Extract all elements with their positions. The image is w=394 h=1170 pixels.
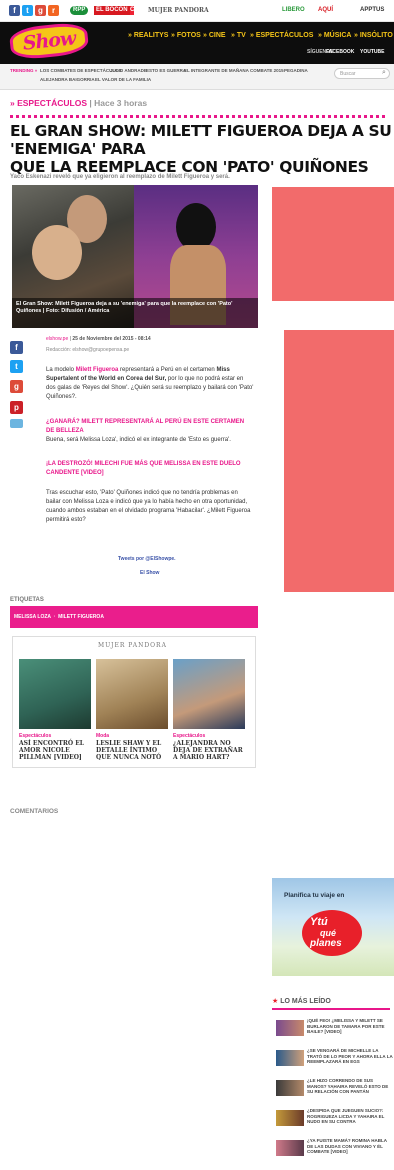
publish-time: Hace 3 horas (94, 98, 148, 108)
most-read-item[interactable]: ¿YA FUISTE MAMÁ? ROMINA HABLA DE LAS DUD… (276, 1138, 392, 1166)
ad-banner-top[interactable] (272, 187, 394, 301)
partner-libero[interactable]: LIBERO (282, 6, 305, 15)
rss-icon[interactable]: r (48, 5, 59, 16)
youtube-link[interactable]: YOUTUBE (360, 49, 384, 55)
comments-heading: COMENTARIOS (10, 808, 59, 815)
tags-heading: ETIQUETAS (10, 597, 44, 603)
related-label: Espectáculos (19, 733, 52, 739)
article-paragraph: Buena, será Melissa Loza', indicó el ex … (46, 437, 231, 443)
most-read-item[interactable]: ¿LE HIZO CORRENDO DE SUS MANOS? YAHAIRA … (276, 1078, 392, 1106)
nav-tv[interactable]: » TV (231, 31, 246, 40)
related-thumb[interactable] (173, 659, 245, 729)
site-logo[interactable]: Show (8, 21, 90, 61)
el-show-link[interactable]: El Show (140, 570, 159, 576)
article-subtitle: Yaco Eskenazi reveló que ya eligieron al… (10, 174, 230, 180)
travel-ad[interactable]: Planifica tu viaje en Ytú qué planes (272, 878, 394, 976)
partner-rpp[interactable]: RPP (70, 6, 89, 15)
nav-espectaculos[interactable]: » ESPECTÁCULOS (250, 31, 313, 40)
nav-realitys[interactable]: » REALITYS (128, 31, 168, 40)
tags-bar: MELISSA LOZA · MILETT FIGUEROA (10, 606, 258, 628)
trending-item[interactable]: COMBATE 2015 (250, 68, 284, 74)
partner-bocon[interactable]: EL BOCÓN (94, 6, 130, 15)
article-paragraph: Tras escuchar esto, 'Pato' Quiñones indi… (46, 490, 251, 523)
trending-bar: TRENDING » LOS COMBATES DE ESPECTÁCULOS … (0, 64, 394, 90)
ad-brand: qué (320, 928, 337, 938)
article-paragraph: La modelo Milett Figueroa representará a… (46, 367, 254, 400)
tag-milett-figueroa[interactable]: MILETT FIGUEROA (58, 614, 104, 620)
search-icon[interactable]: ⌕ (382, 69, 386, 77)
trending-item[interactable]: ESTO ES GUERRA (146, 68, 186, 74)
person-shape (32, 225, 82, 280)
related-articles: MUJER PANDORA Espectáculos Moda Espectác… (12, 636, 256, 768)
nav-musica[interactable]: » MÚSICA (318, 31, 351, 40)
divider (10, 115, 386, 118)
nav-cine[interactable]: » CINE (203, 31, 226, 40)
article-title: EL GRAN SHOW: MILETT FIGUEROA DEJA A SU … (10, 122, 392, 176)
most-read-item[interactable]: ¿SE VENGARÁ DE MICHELLE LA TRATÓ DE LO P… (276, 1048, 393, 1076)
star-icon: ★ (272, 998, 279, 1005)
related-thumb[interactable] (19, 659, 91, 729)
related-label: Espectáculos (173, 733, 206, 739)
breadcrumb: » ESPECTÁCULOS | Hace 3 horas (10, 98, 148, 108)
most-read-thumb (276, 1050, 304, 1066)
related-link[interactable]: ¿GANARÁ? MILETT REPRESENTARÁ AL PERÚ EN … (46, 418, 254, 436)
nav-insolito[interactable]: » INSÓLITO (354, 31, 393, 40)
share-more-icon[interactable] (10, 419, 23, 428)
related-title[interactable]: LESLIE SHAW Y EL DETALLE ÍNTIMO QUE NUNC… (96, 740, 170, 761)
photo-caption: El Gran Show: Milett Figueroa deja a su … (12, 298, 258, 328)
most-read-thumb (276, 1110, 304, 1126)
most-read-item[interactable]: ¡QUÉ FEO! ¿MELISSA Y MILETT SE BURLARON … (276, 1018, 392, 1046)
partner-apptus[interactable]: APPTUS (360, 6, 384, 15)
most-read-heading: ★ LO MÁS LEÍDO (272, 998, 331, 1005)
site-header: Show » REALITYS » FOTOS » CINE » TV » ES… (0, 21, 394, 64)
divider (272, 1008, 390, 1010)
most-read-thumb (276, 1020, 304, 1036)
related-link[interactable]: ¡LA DESTROZÓ! MILECHI FUE MÁS QUE MELISS… (46, 460, 254, 478)
article-meta: elshow.pe | 25 de Noviembre del 2015 - 0… (46, 336, 151, 353)
partner-pandora[interactable]: MUJER PANDORA (148, 6, 209, 15)
trending-item[interactable]: JULIO ANDRADE (110, 68, 147, 74)
top-strip: f t g r RPP EL BOCÓN C MUJER PANDORA LIB… (0, 0, 394, 22)
ad-banner-side[interactable] (284, 330, 394, 592)
related-title[interactable]: ¿ALEJANDRA NO DEJA DE EXTRAÑAR A MARIO H… (173, 740, 247, 761)
trending-item[interactable]: ALEJANDRA BAIGORRIA (40, 77, 95, 83)
related-title[interactable]: ASÍ ENCONTRÓ EL AMOR NICOLE PILLMAN [VID… (19, 740, 93, 761)
trending-label: TRENDING » (10, 68, 38, 73)
partner-aqui[interactable]: AQUÍ (318, 6, 333, 15)
google-plus-icon[interactable]: g (35, 5, 46, 16)
ad-brand: planes (310, 938, 342, 949)
share-google-icon[interactable]: g (10, 380, 23, 393)
ad-text: Planifica tu viaje en (284, 892, 345, 899)
related-source: MUJER PANDORA (98, 642, 167, 649)
ad-brand: Ytú (310, 916, 328, 928)
trending-item[interactable]: PEGADINA (284, 68, 308, 74)
facebook-link[interactable]: FACEBOOK (326, 49, 354, 55)
breadcrumb-category[interactable]: » ESPECTÁCULOS (10, 98, 87, 108)
twitter-icon[interactable]: t (22, 5, 33, 16)
related-thumb[interactable] (96, 659, 168, 729)
most-read-thumb (276, 1140, 304, 1156)
trending-item[interactable]: EL VALOR DE LA FAMILIA (95, 77, 151, 83)
most-read-thumb (276, 1080, 304, 1096)
facebook-icon[interactable]: f (9, 5, 20, 16)
trending-item[interactable]: EL INTEGRANTE DE MAÑANA (184, 68, 249, 74)
person-face-hidden (176, 203, 216, 251)
related-label: Moda (96, 733, 110, 739)
most-read-item[interactable]: ¿DESPIDA QUE JUEGUEN SUCIO?: ROGRIGUEZA … (276, 1108, 392, 1136)
tweets-link[interactable]: Tweets por @ElShowpe. (118, 556, 176, 562)
partner-correo[interactable]: C (130, 6, 135, 15)
share-twitter-icon[interactable]: t (10, 360, 23, 373)
nav-fotos[interactable]: » FOTOS (171, 31, 201, 40)
tag-melissa-loza[interactable]: MELISSA LOZA (14, 614, 51, 620)
share-pinterest-icon[interactable]: p (10, 401, 23, 414)
share-facebook-icon[interactable]: f (10, 341, 23, 354)
